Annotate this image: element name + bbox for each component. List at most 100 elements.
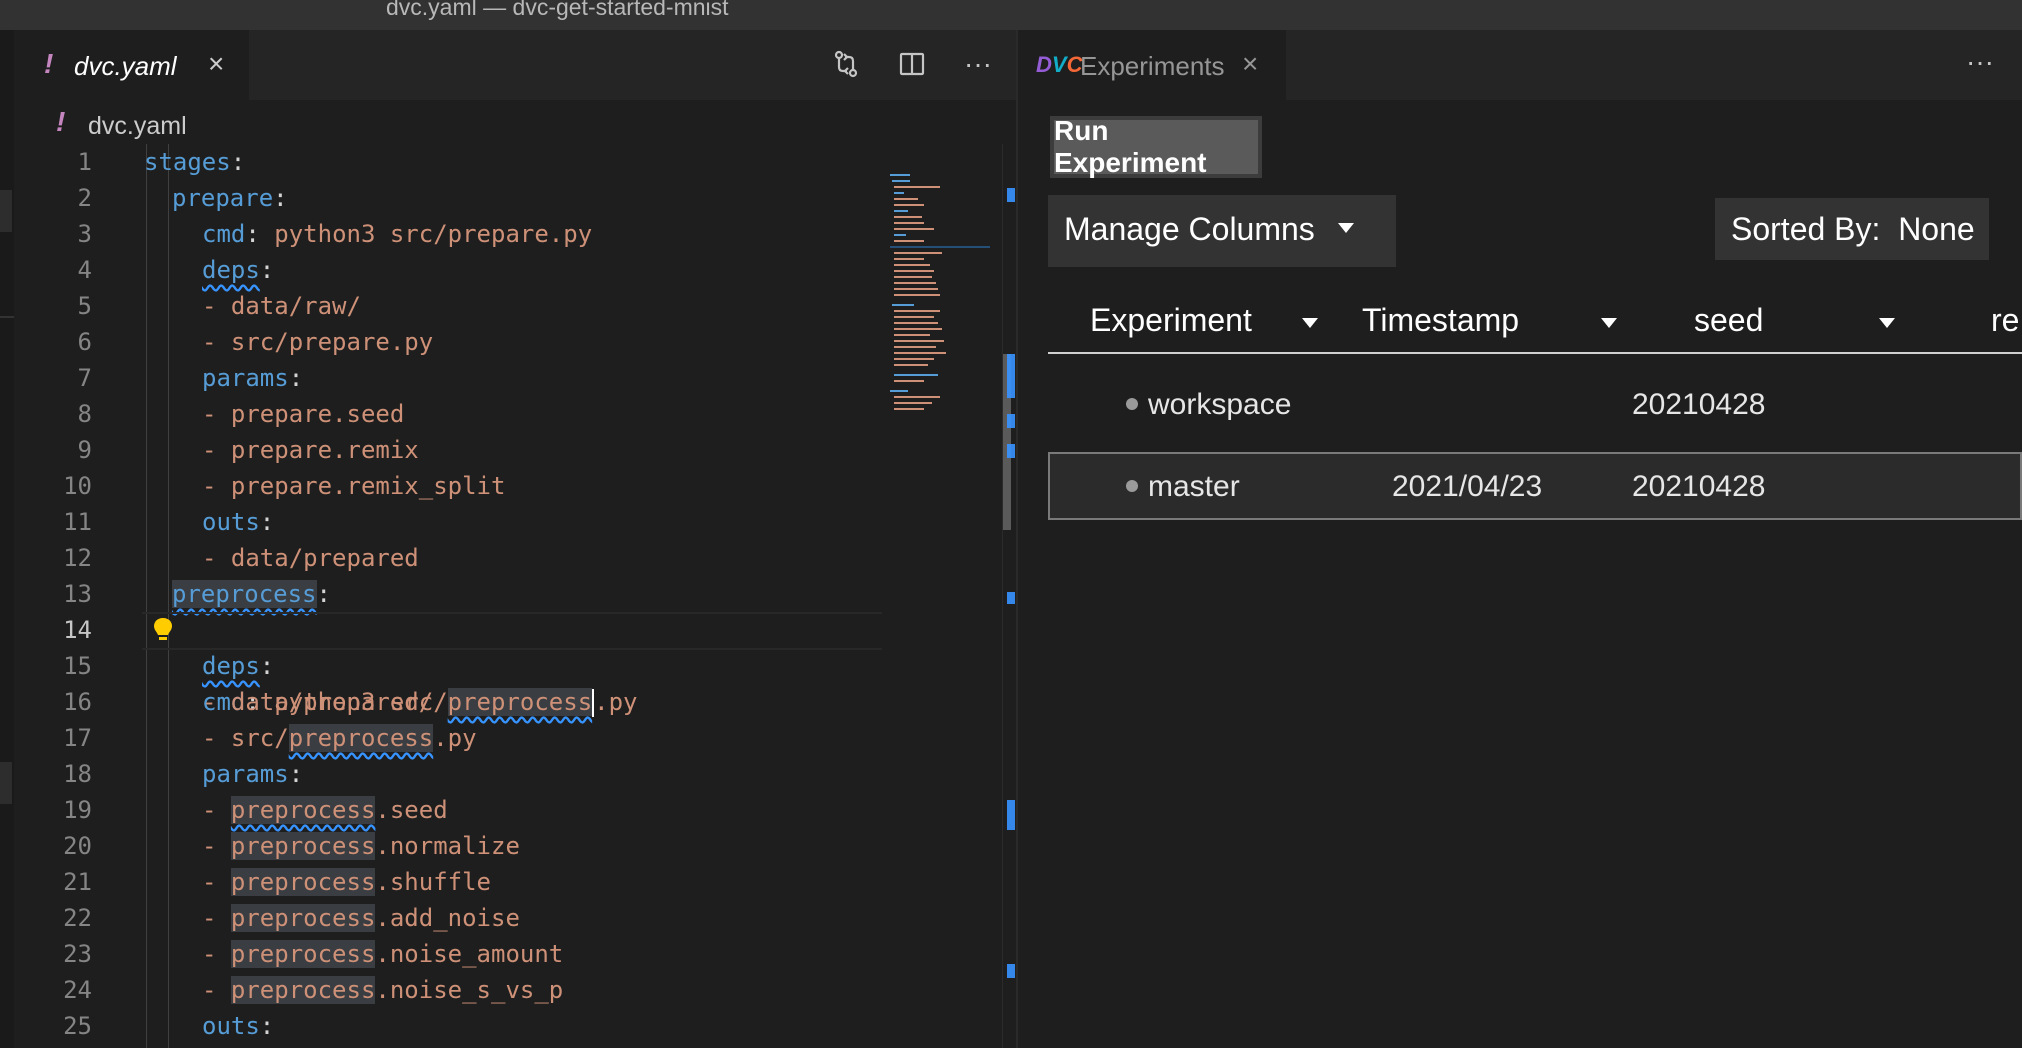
minimap-line bbox=[894, 288, 938, 290]
scrollbar-marker bbox=[1007, 800, 1015, 830]
minimap-line bbox=[894, 270, 934, 272]
line-number: 4 bbox=[77, 256, 92, 284]
lightbulb-icon[interactable] bbox=[150, 616, 176, 644]
code-line: 9 - prepare.remix bbox=[14, 432, 874, 468]
table-header: Experiment Timestamp seed re bbox=[1048, 292, 2022, 354]
minimap-line bbox=[894, 216, 922, 218]
column-header-truncated[interactable]: re bbox=[1991, 302, 2019, 339]
line-number: 7 bbox=[77, 364, 92, 392]
punct: : bbox=[259, 508, 275, 536]
yaml-key: deps bbox=[202, 652, 260, 680]
caret-down-icon[interactable] bbox=[1302, 318, 1318, 328]
table-row-selected[interactable]: master 2021/04/23 20210428 bbox=[1048, 452, 2022, 520]
status-dot-icon bbox=[1126, 480, 1138, 492]
line-number: 2 bbox=[77, 184, 92, 212]
minimap-line bbox=[894, 396, 940, 398]
minimap-line bbox=[890, 246, 990, 248]
editor-actions: ··· bbox=[828, 46, 996, 82]
minimap-line bbox=[894, 408, 924, 410]
yaml-key: preprocess bbox=[172, 580, 317, 608]
yaml-value: - data/prepared/ bbox=[202, 688, 434, 716]
split-editor-icon[interactable] bbox=[894, 46, 930, 82]
line-number: 9 bbox=[77, 436, 92, 464]
punct: : bbox=[316, 580, 331, 608]
scrollbar-marker bbox=[1007, 964, 1015, 978]
punct: : bbox=[259, 1012, 275, 1040]
run-experiment-button[interactable]: Run Experiment bbox=[1050, 115, 1262, 178]
experiment-timestamp: 2021/04/23 bbox=[1392, 470, 1543, 503]
open-changes-icon[interactable] bbox=[828, 46, 864, 82]
column-header-experiment[interactable]: Experiment bbox=[1090, 302, 1252, 339]
minimap-line bbox=[894, 380, 924, 382]
logo-letter: V bbox=[1051, 52, 1067, 77]
punct: : bbox=[259, 256, 275, 284]
more-actions-icon[interactable]: ··· bbox=[1966, 46, 1994, 78]
code-line: 18 params: bbox=[14, 756, 874, 792]
column-header-timestamp[interactable]: Timestamp bbox=[1362, 302, 1519, 339]
minimap-line bbox=[894, 282, 936, 284]
code-line: 7 params: bbox=[14, 360, 874, 396]
caret-down-icon[interactable] bbox=[1879, 318, 1895, 328]
minimap-line bbox=[894, 346, 936, 348]
table-row[interactable]: workspace 20210428 bbox=[1048, 370, 2022, 438]
breadcrumb-file[interactable]: dvc.yaml bbox=[88, 112, 187, 141]
yaml-value: .normalize bbox=[375, 832, 520, 860]
line-number: 20 bbox=[63, 832, 92, 860]
yaml-value: - data/prepared bbox=[202, 544, 419, 572]
editor-group-left: ! dvc.yaml × ··· ! dvc.yaml 1 stages: 2 pr… bbox=[14, 30, 1016, 1048]
minimap-line bbox=[894, 198, 918, 200]
code-line: 20 - preprocess.normalize bbox=[14, 828, 874, 864]
tab-dvc-yaml[interactable]: ! dvc.yaml × bbox=[14, 30, 249, 100]
minimap-line bbox=[894, 364, 928, 366]
yaml-key: params bbox=[202, 760, 289, 788]
code-line: 4 deps: bbox=[14, 252, 874, 288]
code-line: 5 - data/raw/ bbox=[14, 288, 874, 324]
title-bar: dvc.yaml — dvc-get-started-mnist bbox=[0, 0, 2022, 30]
yaml-key: cmd bbox=[202, 220, 246, 248]
minimap-line bbox=[894, 310, 940, 312]
sorted-by-button[interactable]: Sorted By: None bbox=[1715, 198, 1989, 260]
code-line: 19 - preprocess.seed bbox=[14, 792, 874, 828]
minimap-line bbox=[890, 390, 908, 392]
logo-letter: D bbox=[1036, 52, 1052, 77]
vertical-scrollbar[interactable] bbox=[1002, 144, 1016, 1048]
minimap-line bbox=[894, 340, 944, 342]
yaml-value: - prepare.remix bbox=[202, 436, 419, 464]
line-number: 13 bbox=[63, 580, 92, 608]
punct: : bbox=[288, 364, 304, 392]
minimap-line bbox=[894, 276, 932, 278]
yaml-value: - prepare.seed bbox=[202, 400, 405, 428]
code-line: 21 - preprocess.shuffle bbox=[14, 864, 874, 900]
close-icon[interactable]: × bbox=[1242, 48, 1258, 80]
minimap-line bbox=[894, 402, 932, 404]
scrollbar-marker bbox=[1007, 414, 1015, 428]
experiment-name: workspace bbox=[1148, 388, 1292, 421]
yaml-dash: - bbox=[202, 868, 231, 896]
yaml-value-highlight: preprocess bbox=[230, 868, 376, 896]
tab-experiments[interactable]: DVC Experiments × bbox=[1018, 30, 1286, 100]
strip-marker bbox=[0, 762, 12, 804]
close-icon[interactable]: × bbox=[208, 48, 224, 80]
experiments-tab-bar: DVC Experiments × ··· bbox=[1018, 30, 2022, 100]
minimap-line bbox=[894, 334, 930, 336]
line-number: 3 bbox=[77, 220, 92, 248]
yaml-value-highlight: preprocess bbox=[230, 976, 376, 1004]
more-actions-icon[interactable]: ··· bbox=[960, 46, 996, 82]
yaml-key: deps bbox=[202, 256, 260, 284]
caret-down-icon[interactable] bbox=[1601, 318, 1617, 328]
yaml-value: .shuffle bbox=[375, 868, 491, 896]
code-editor[interactable]: 1 stages: 2 prepare: 3 cmd: python3 src/pre… bbox=[14, 144, 882, 1048]
minimap-line bbox=[894, 352, 946, 354]
minimap[interactable] bbox=[876, 144, 996, 424]
minimap-line bbox=[890, 174, 910, 176]
minimap-line bbox=[894, 328, 942, 330]
manage-columns-dropdown[interactable]: Manage Columns bbox=[1048, 195, 1396, 267]
minimap-line bbox=[894, 316, 934, 318]
punct: : bbox=[230, 148, 246, 176]
yaml-dash: - bbox=[202, 796, 231, 824]
column-header-seed[interactable]: seed bbox=[1694, 302, 1763, 339]
tab-label: Experiments bbox=[1080, 51, 1225, 81]
status-dot-icon bbox=[1126, 398, 1138, 410]
minimap-line bbox=[894, 258, 924, 260]
line-number: 5 bbox=[77, 292, 92, 320]
